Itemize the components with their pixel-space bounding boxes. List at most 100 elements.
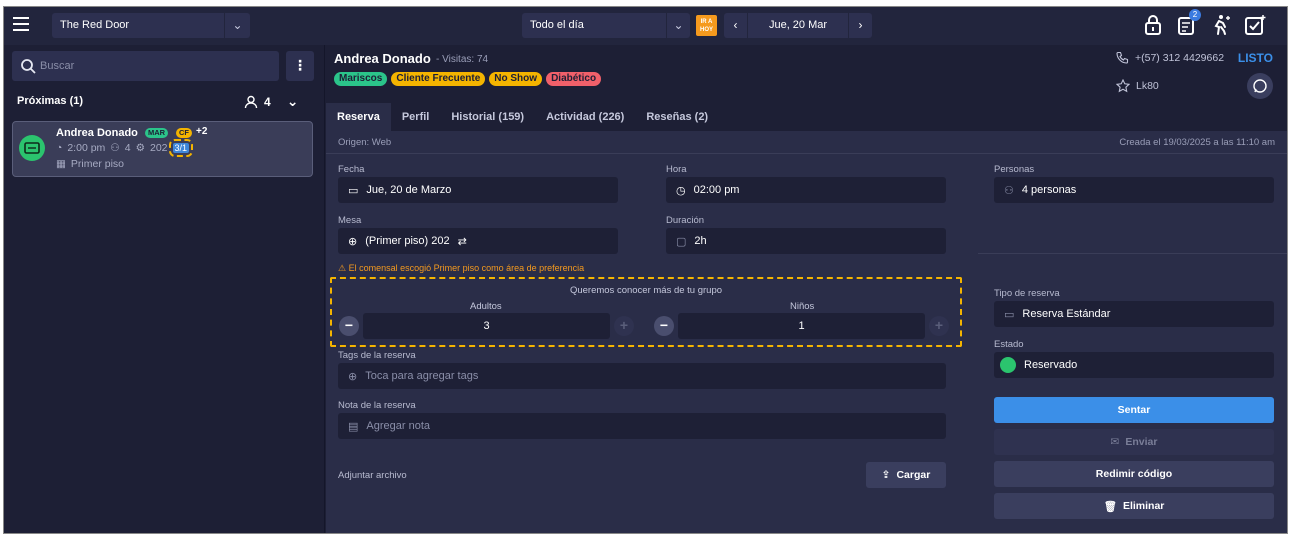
reservation-time: 2:00 pm [67, 142, 106, 154]
guest-visits: - Visitas: 74 [436, 54, 489, 65]
send-button[interactable]: ✉ Enviar [994, 429, 1274, 455]
guest-tag[interactable]: Cliente Frecuente [391, 72, 486, 86]
prev-day-button[interactable]: ‹ [724, 13, 748, 38]
notification-badge: 2 [1189, 9, 1201, 21]
state-field[interactable]: Reservado [994, 352, 1274, 378]
table-value: (Primer piso) 202 [365, 235, 450, 247]
reservation-panel: Origen: Web Creada el 19/03/2025 a las 1… [326, 131, 1287, 533]
delete-label: Eliminar [1122, 500, 1165, 512]
adults-decrement-button[interactable]: − [339, 316, 359, 336]
note-label: Nota de la reserva [338, 400, 416, 411]
section-summary: 4 ⌄ [244, 93, 298, 110]
person-icon: ⚇ [110, 142, 120, 154]
tags-field[interactable]: ⊕ Toca para agregar tags [338, 363, 946, 389]
more-tags: +2 [196, 126, 208, 137]
group-title: Queremos conocer más de tu grupo [569, 285, 723, 296]
delete-button[interactable]: 🗑 Eliminar [994, 493, 1274, 519]
top-icons: 2 [1141, 9, 1267, 39]
divider [978, 253, 1287, 254]
search-placeholder: Buscar [40, 60, 75, 72]
collapse-chevron-icon[interactable]: ⌄ [287, 93, 299, 110]
guest-tag[interactable]: Mariscos [334, 72, 388, 86]
tab-reserva[interactable]: Reserva [326, 103, 391, 131]
duration-label: Duración [666, 215, 705, 226]
shift-selector[interactable]: Todo el día ⌄ [522, 13, 690, 38]
redeem-code-button[interactable]: Redimir código [994, 461, 1274, 487]
tab-perfil[interactable]: Perfil [391, 103, 441, 131]
party-count-badge: 3/1 [168, 139, 193, 157]
upload-button[interactable]: ⇪ Cargar [866, 462, 946, 488]
loyalty-code: Lk80 [1136, 80, 1159, 92]
tab-resenas[interactable]: Reseñas (2) [635, 103, 719, 131]
state-label: Estado [994, 339, 1024, 350]
guest-tag[interactable]: No Show [489, 72, 543, 86]
chevron-down-icon: ⌄ [224, 13, 250, 38]
shift-name: Todo el día [530, 19, 584, 31]
person-icon [244, 95, 258, 108]
walk-in-icon[interactable] [1209, 13, 1233, 37]
date-label: Fecha [338, 164, 365, 175]
waitlist-icon[interactable]: 2 [1175, 9, 1201, 37]
adults-increment-button[interactable]: + [614, 316, 634, 336]
type-label: Tipo de reserva [994, 288, 1060, 299]
whatsapp-button[interactable] [1247, 73, 1273, 99]
search-input[interactable]: Buscar [12, 51, 279, 81]
kids-value[interactable]: 1 [678, 313, 925, 339]
seat-button[interactable]: Sentar [994, 397, 1274, 423]
reservation-card[interactable]: Andrea Donado MAR CF +2 ◔ 2:00 pm ⚇ 4 ⚙ … [12, 121, 313, 177]
lock-icon[interactable] [1141, 13, 1165, 37]
ticket-icon: ▭ [1004, 308, 1015, 321]
shuffle-icon[interactable]: ⇄ [458, 235, 467, 248]
reservation-area-row: ▦ Primer piso [56, 158, 124, 170]
kids-label: Niños [790, 301, 815, 312]
chevron-down-icon: ⌄ [666, 13, 690, 38]
note-field[interactable]: ▤ Agregar nota [338, 413, 946, 439]
search-icon [21, 59, 36, 74]
mail-icon: ✉ [1110, 436, 1120, 448]
section-covers: 4 [264, 94, 271, 109]
whatsapp-icon [1253, 79, 1267, 93]
area-icon: ▦ [56, 158, 66, 170]
add-reservation-icon[interactable] [1243, 13, 1267, 37]
current-date[interactable]: Jue, 20 Mar [748, 19, 848, 31]
menu-icon[interactable] [13, 17, 29, 33]
clock-icon: ◔ [56, 142, 63, 154]
type-field[interactable]: ▭ Reserva Estándar [994, 301, 1274, 327]
people-label: Personas [994, 164, 1035, 175]
date-field[interactable]: ▭ Jue, 20 de Marzo [338, 177, 618, 203]
venue-selector[interactable]: The Red Door ⌄ [52, 13, 250, 38]
adults-value[interactable]: 3 [363, 313, 610, 339]
kids-increment-button[interactable]: + [929, 316, 949, 336]
duration-field[interactable]: ▢ 2h [666, 228, 946, 254]
send-label: Enviar [1125, 436, 1158, 448]
people-field[interactable]: ⚇ 4 personas [994, 177, 1274, 203]
reserved-status-icon [1000, 357, 1016, 373]
next-day-button[interactable]: › [848, 13, 872, 38]
calendar-icon: ▭ [348, 184, 359, 197]
more-options-button[interactable]: ⋮ [286, 51, 314, 81]
guest-tags: Mariscos Cliente Frecuente No Show Diabé… [334, 72, 602, 86]
reservation-details: ◔ 2:00 pm ⚇ 4 ⚙ 202 3/1 [56, 139, 193, 157]
date-value: Jue, 20 de Marzo [366, 184, 452, 196]
time-field[interactable]: ◷ 02:00 pm [666, 177, 946, 203]
tab-actividad[interactable]: Actividad (226) [535, 103, 635, 131]
tab-historial[interactable]: Historial (159) [440, 103, 535, 131]
time-value: 02:00 pm [693, 184, 740, 196]
people-value: 4 personas [1021, 184, 1077, 196]
note-placeholder: Agregar nota [366, 420, 431, 432]
table-field[interactable]: ⊕ (Primer piso) 202 ⇄ [338, 228, 618, 254]
person-icon: ⚇ [1004, 184, 1014, 197]
adults-label: Adultos [470, 301, 502, 312]
date-navigator: ‹ Jue, 20 Mar › [724, 13, 872, 38]
guest-name[interactable]: Andrea Donado [334, 51, 431, 66]
guest-tag[interactable]: Diabético [546, 72, 602, 86]
phone-icon [1116, 51, 1129, 64]
guest-phone[interactable]: +(57) 312 4429662 [1116, 51, 1224, 64]
type-value: Reserva Estándar [1022, 308, 1111, 320]
tag-badge: MAR [145, 128, 169, 138]
go-today-button[interactable]: IR A HOY [696, 15, 717, 36]
kids-decrement-button[interactable]: − [654, 316, 674, 336]
upload-icon: ⇪ [881, 469, 891, 481]
app-frame: The Red Door ⌄ Todo el día ⌄ IR A HOY ‹ … [3, 6, 1288, 534]
reservation-status-icon [19, 135, 45, 161]
